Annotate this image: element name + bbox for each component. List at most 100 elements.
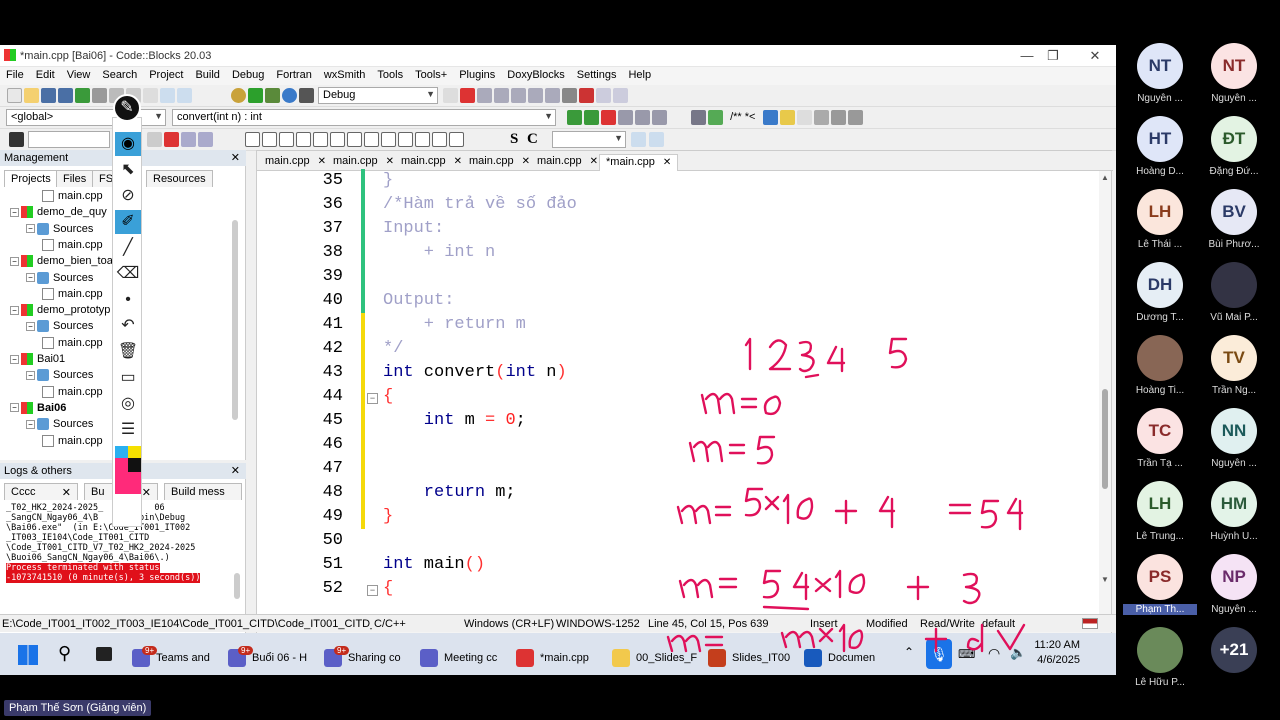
save-all-icon[interactable] (58, 88, 73, 103)
search-clear-icon[interactable] (9, 132, 24, 147)
doxy-line-icon[interactable] (830, 110, 846, 125)
cursor-icon[interactable]: ⬉ (115, 158, 141, 182)
step-out-icon[interactable] (511, 88, 526, 103)
collapse-icon[interactable]: − (26, 370, 35, 380)
participant-avatar[interactable] (1137, 335, 1183, 381)
step-icon[interactable] (477, 88, 492, 103)
color-swatch-magenta-black[interactable] (115, 458, 141, 472)
tree-row-file[interactable]: main.cpp (42, 190, 103, 206)
management-tab-files[interactable]: Files (56, 170, 94, 187)
collapse-icon[interactable]: − (26, 321, 35, 331)
highlight-icon[interactable] (164, 132, 179, 147)
participant-avatar[interactable]: +21 (1211, 627, 1257, 673)
open-icon[interactable] (24, 88, 39, 103)
table-icon[interactable] (330, 132, 345, 147)
participant-avatar[interactable]: BV (1211, 189, 1257, 235)
management-tab-resources[interactable]: Resources (146, 170, 213, 187)
code-line[interactable]: /*Hàm trả về số đảo (383, 193, 577, 217)
replace-icon[interactable] (177, 88, 192, 103)
search-combo[interactable] (28, 131, 110, 148)
participant-avatar[interactable] (1211, 262, 1257, 308)
tree-row-project[interactable]: − demo_prototyp (10, 304, 110, 320)
whiteboard-icon[interactable]: ▭ (115, 366, 141, 390)
doxy-html-icon[interactable] (762, 110, 778, 125)
menu-build-5[interactable]: Build (189, 67, 225, 81)
list-icon[interactable] (313, 132, 328, 147)
find-combo[interactable]: ▼ (552, 131, 626, 148)
box-icon[interactable] (347, 132, 362, 147)
taskbar-app-3[interactable]: Meeting cc (420, 641, 497, 669)
redo-icon[interactable] (92, 88, 107, 103)
maximize-icon[interactable]: ❐ (1038, 48, 1068, 64)
tree-row-folder[interactable]: − Sources (26, 272, 93, 288)
fold-icon[interactable]: − (367, 585, 378, 596)
paste-icon[interactable] (143, 88, 158, 103)
code-line[interactable]: int m = 0; (383, 409, 526, 433)
build-run-icon[interactable] (265, 88, 280, 103)
step-instr-icon[interactable] (545, 88, 560, 103)
frame-icon[interactable] (279, 132, 294, 147)
eye-icon[interactable]: ◉ (115, 132, 141, 156)
menu-tools-10[interactable]: Tools+ (409, 67, 453, 81)
code-line[interactable]: { (383, 577, 393, 601)
doxy-help-icon[interactable] (779, 110, 795, 125)
participant-avatar[interactable]: DH (1137, 262, 1183, 308)
tree-row-file[interactable]: main.cpp (42, 435, 103, 451)
scope-select[interactable]: <global> ▼ (6, 109, 166, 126)
logs-tab-close-icon[interactable]: ✕ (142, 486, 151, 499)
color-swatch-pink[interactable] (115, 472, 141, 494)
doxy-extract-icon[interactable] (708, 110, 723, 125)
s-icon[interactable]: S (510, 131, 518, 148)
editor-tab-5[interactable]: *main.cpp ✕ (599, 154, 679, 171)
menu-plugins-11[interactable]: Plugins (453, 67, 501, 81)
participant-avatar[interactable]: PS (1137, 554, 1183, 600)
find-icon[interactable] (160, 88, 175, 103)
management-tab-projects[interactable]: Projects (4, 170, 58, 187)
debug-windows-icon[interactable] (596, 88, 611, 103)
debug-start-icon[interactable] (460, 88, 475, 103)
tree-row-folder[interactable]: − Sources (26, 320, 93, 336)
tree-row-file[interactable]: main.cpp (42, 288, 103, 304)
undo-ink-icon[interactable]: ↶ (115, 314, 141, 338)
step-into-icon[interactable] (494, 88, 509, 103)
abort-icon[interactable] (299, 88, 314, 103)
code-line[interactable]: + int n (383, 241, 495, 265)
tree-row-folder[interactable]: − Sources (26, 223, 93, 239)
laser-icon[interactable]: ⊘ (115, 184, 141, 208)
highlighter-icon[interactable]: ✐ (115, 210, 141, 234)
tree-row-project[interactable]: − demo_bien_toan (10, 255, 119, 271)
function-select[interactable]: convert(int n) : int ▼ (172, 109, 556, 126)
participant-avatar[interactable]: HT (1137, 116, 1183, 162)
tree-row-file[interactable]: main.cpp (42, 239, 103, 255)
collapse-icon[interactable]: − (10, 256, 19, 266)
editor-tab-3[interactable]: main.cpp ✕ (463, 154, 536, 171)
menu-wxsmith-8[interactable]: wxSmith (318, 67, 372, 81)
panel-icon[interactable] (398, 132, 413, 147)
tree-row-project[interactable]: − demo_de_quy (10, 206, 107, 222)
tree-row-file[interactable]: main.cpp (42, 337, 103, 353)
line-icon[interactable]: ╱ (115, 236, 141, 260)
doxy-wizard-icon[interactable] (691, 110, 706, 125)
participant-avatar[interactable]: NN (1211, 408, 1257, 454)
clock-date[interactable]: 4/6/2025 (1034, 654, 1080, 666)
find-next-icon[interactable] (147, 132, 162, 147)
menu-settings-13[interactable]: Settings (571, 67, 623, 81)
tab-close-icon[interactable]: ✕ (386, 156, 394, 167)
new-file-icon[interactable] (7, 88, 22, 103)
dot-icon[interactable]: • (115, 288, 141, 312)
management-close-icon[interactable]: ✕ (231, 151, 240, 164)
logs-scrollbar[interactable] (234, 573, 240, 599)
search-options-icon[interactable] (649, 132, 664, 147)
collapse-icon[interactable]: − (26, 419, 35, 429)
doxy-block-icon[interactable] (813, 110, 829, 125)
code-line[interactable]: */ (383, 337, 403, 361)
menu-project-4[interactable]: Project (143, 67, 189, 81)
tab-close-icon[interactable]: ✕ (522, 156, 530, 167)
menu-file-0[interactable]: File (0, 67, 30, 81)
pen-tool-icon[interactable]: ✎ (113, 94, 141, 122)
collapse-icon[interactable]: − (26, 224, 35, 234)
menu-debug-6[interactable]: Debug (226, 67, 270, 81)
tab-close-icon[interactable]: ✕ (590, 156, 598, 167)
menu-doxyblocks-12[interactable]: DoxyBlocks (501, 67, 570, 81)
code-line[interactable]: + return m (383, 313, 526, 337)
